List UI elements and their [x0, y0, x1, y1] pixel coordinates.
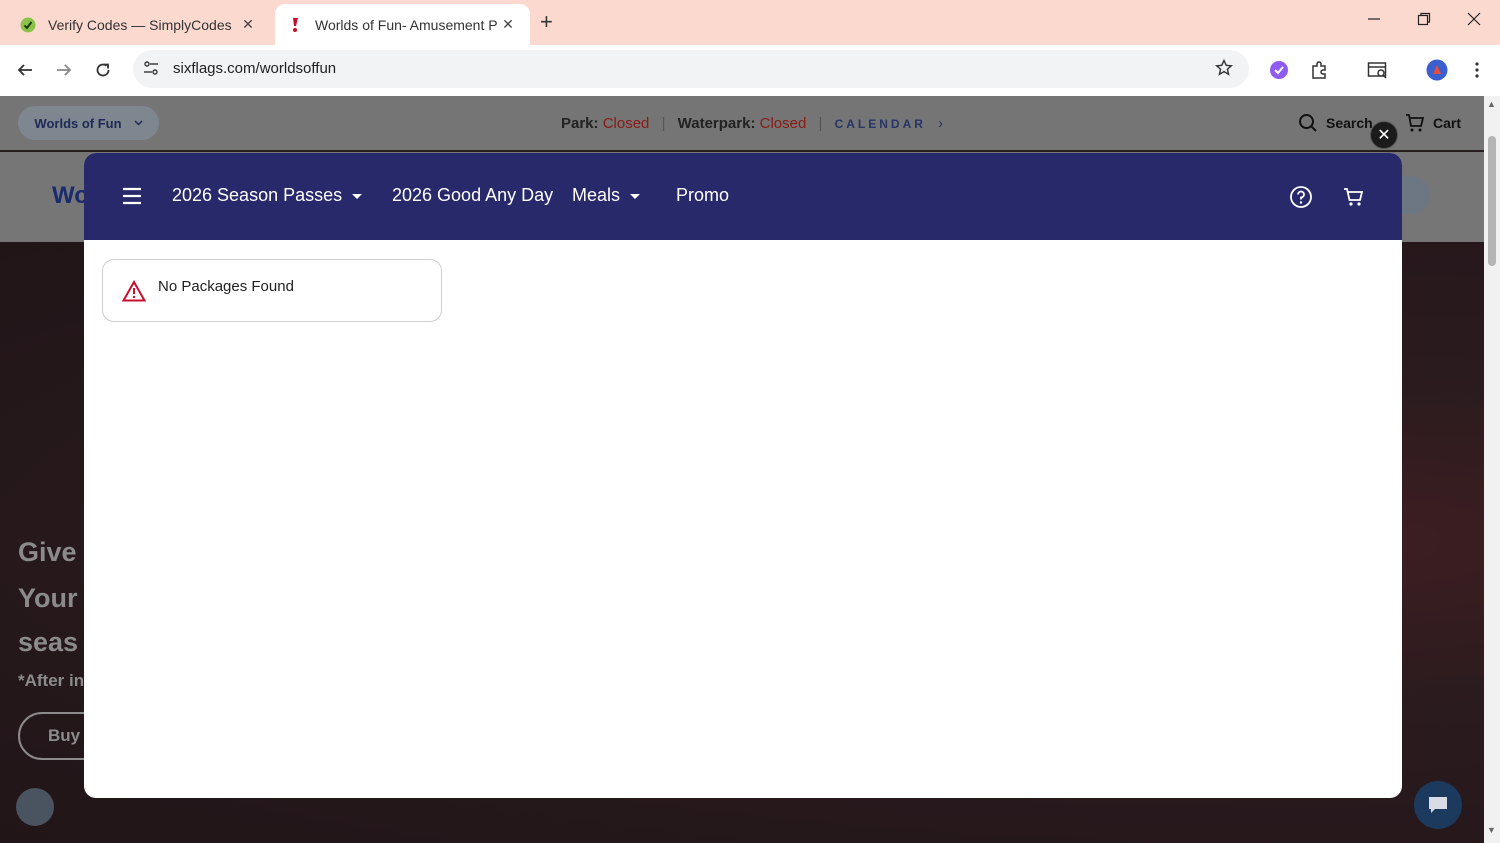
caret-down-icon [630, 194, 641, 199]
park-selector-label: Worlds of Fun [34, 115, 122, 131]
reload-icon[interactable] [90, 57, 116, 83]
close-tab-icon[interactable]: ✕ [498, 16, 518, 33]
url-text[interactable]: sixflags.com/worldsoffun [173, 60, 336, 77]
simplycodes-favicon-icon [20, 17, 36, 32]
chevron-right-icon: › [938, 115, 944, 132]
forward-arrow-icon[interactable] [51, 57, 77, 83]
calendar-link[interactable]: CALENDAR [835, 117, 926, 131]
restore-window-icon[interactable] [1417, 12, 1431, 31]
nav-good-any-day[interactable]: 2026 Good Any Day [392, 185, 553, 206]
site-settings-icon[interactable] [143, 60, 159, 76]
bookmark-star-icon[interactable] [1215, 59, 1233, 77]
chat-bubble-icon [1429, 797, 1447, 813]
modal-header: 2026 Season Passes 2026 Good Any Day Mea… [84, 153, 1402, 240]
chevron-down-icon [134, 120, 143, 126]
nav-meals[interactable]: Meals [572, 185, 641, 206]
nav-season-passes-label: 2026 Season Passes [172, 185, 343, 205]
simplycodes-extension-icon[interactable] [1267, 58, 1291, 82]
cart-label: Cart [1433, 115, 1462, 131]
browser-toolbar: sixflags.com/worldsoffun [0, 45, 1500, 96]
hamburger-menu-icon[interactable] [122, 186, 142, 206]
tab-title: Worlds of Fun- Amusement Par [315, 16, 498, 33]
nav-promo-label: Promo [676, 185, 730, 205]
waterpark-status-value: Closed [759, 115, 807, 132]
hero-heading-line: seas [18, 627, 79, 657]
hero-heading-line: Your [18, 583, 78, 613]
park-status-bar: Worlds of Fun Park: Closed | Waterpark: … [0, 96, 1484, 150]
divider: | [818, 115, 823, 132]
tab-search-icon[interactable] [1366, 58, 1390, 82]
notice-text: No Packages Found [158, 278, 294, 295]
park-label: Park: [561, 115, 599, 132]
page-scrollbar[interactable]: ▲ ▼ [1484, 96, 1500, 843]
nav-promo[interactable]: Promo [676, 185, 729, 206]
hero-heading-line: Give [18, 537, 77, 567]
scroll-up-icon[interactable]: ▲ [1487, 99, 1496, 109]
browser-menu-icon[interactable] [1465, 58, 1489, 82]
hero-footnote: *After in [18, 671, 85, 690]
cookie-settings-icon[interactable] [16, 788, 54, 826]
close-modal-button[interactable]: ✕ [1370, 121, 1398, 149]
search-icon [1299, 114, 1317, 132]
scroll-thumb[interactable] [1488, 136, 1496, 266]
site-search-button[interactable]: Search [1298, 113, 1373, 133]
cart-icon [1406, 114, 1425, 132]
extensions-puzzle-icon[interactable] [1307, 58, 1331, 82]
park-status-value: Closed [602, 115, 650, 132]
browser-tab-worlds-of-fun[interactable]: Worlds of Fun- Amusement Par ✕ [275, 4, 530, 45]
packages-modal: 2026 Season Passes 2026 Good Any Day Mea… [84, 153, 1402, 798]
tab-title: Verify Codes — SimplyCodes [48, 16, 232, 33]
browser-tab-strip: Verify Codes — SimplyCodes ✕ Worlds of F… [0, 0, 1500, 45]
sixflags-favicon-icon [293, 17, 298, 32]
chat-button[interactable] [1414, 781, 1462, 829]
close-tab-icon[interactable]: ✕ [238, 16, 258, 33]
search-label: Search [1326, 115, 1373, 131]
profile-avatar-icon[interactable] [1425, 58, 1449, 82]
close-window-icon[interactable] [1467, 12, 1481, 31]
minimize-window-icon[interactable] [1367, 12, 1381, 31]
nav-good-any-day-label: 2026 Good Any Day [392, 185, 554, 205]
park-selector[interactable]: Worlds of Fun [18, 106, 159, 140]
new-tab-button[interactable]: + [540, 11, 553, 33]
waterpark-label: Waterpark: [677, 115, 756, 132]
caret-down-icon [352, 194, 363, 199]
warning-triangle-icon [122, 279, 146, 301]
no-packages-notice: No Packages Found [102, 259, 442, 322]
address-bar[interactable]: sixflags.com/worldsoffun [133, 50, 1249, 88]
scroll-down-icon[interactable]: ▼ [1487, 825, 1496, 835]
nav-season-passes[interactable]: 2026 Season Passes [172, 185, 363, 206]
divider: | [661, 115, 666, 132]
site-cart-button[interactable]: Cart [1405, 113, 1461, 133]
nav-meals-label: Meals [572, 185, 621, 205]
browser-tab-simplycodes[interactable]: Verify Codes — SimplyCodes ✕ [8, 4, 270, 45]
back-arrow-icon[interactable] [12, 57, 38, 83]
cart-icon[interactable] [1342, 185, 1366, 209]
help-icon[interactable] [1289, 185, 1313, 209]
park-status: Park: Closed | Waterpark: Closed | CALEN… [561, 115, 943, 132]
